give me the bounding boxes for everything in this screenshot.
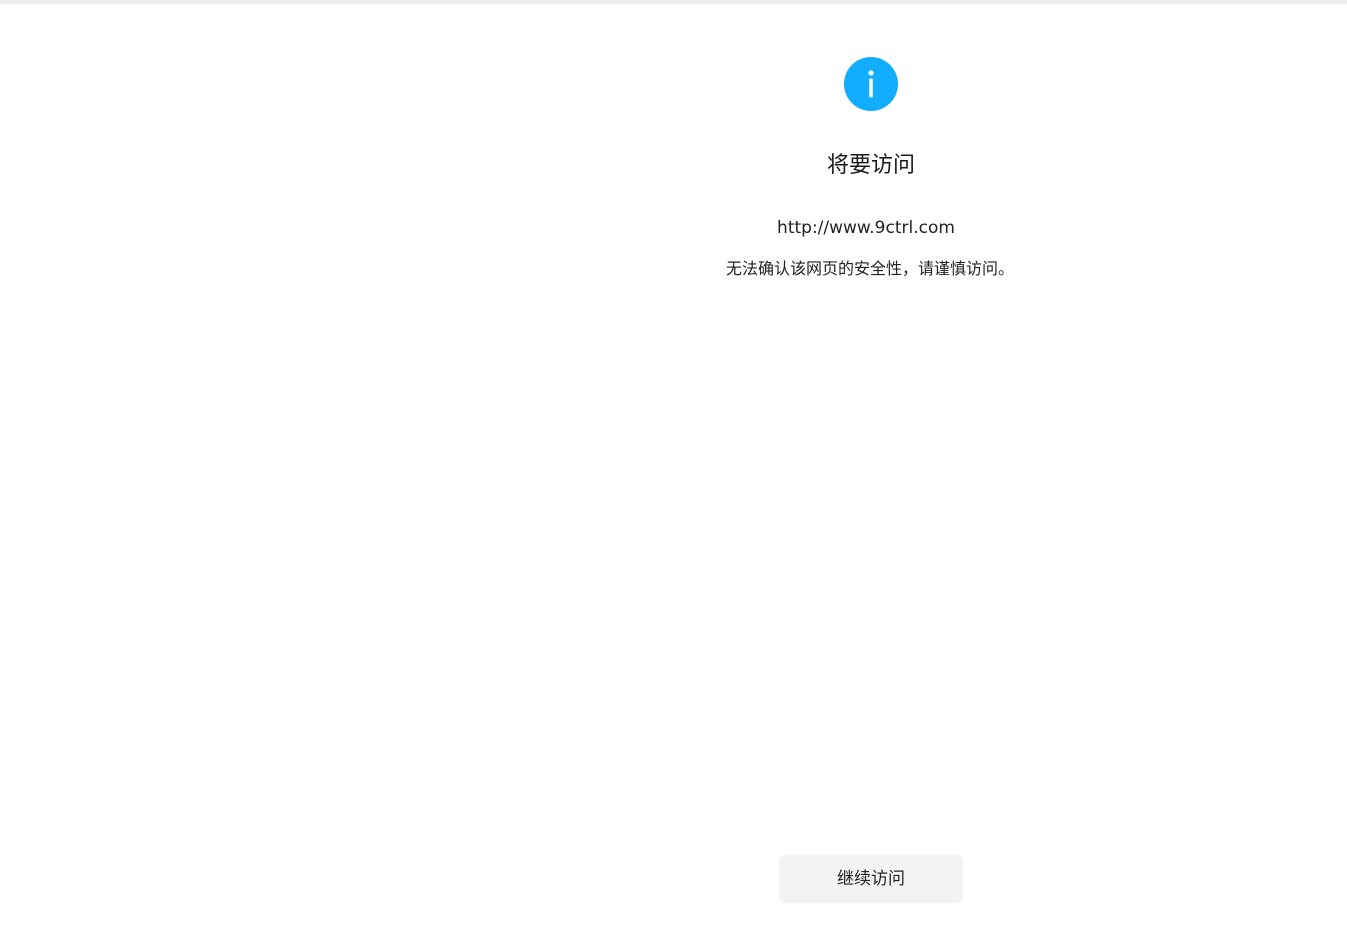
- continue-visit-button[interactable]: 继续访问: [779, 855, 963, 903]
- info-icon: [844, 57, 898, 111]
- target-url: http://www.9ctrl.com: [777, 218, 955, 238]
- security-warning-text: 无法确认该网页的安全性，请谨慎访问。: [725, 259, 1014, 278]
- warning-panel: 将要访问 http://www.9ctrl.com 无法确认该网页的安全性，请谨…: [670, 0, 1070, 926]
- page-title: 将要访问: [826, 153, 915, 178]
